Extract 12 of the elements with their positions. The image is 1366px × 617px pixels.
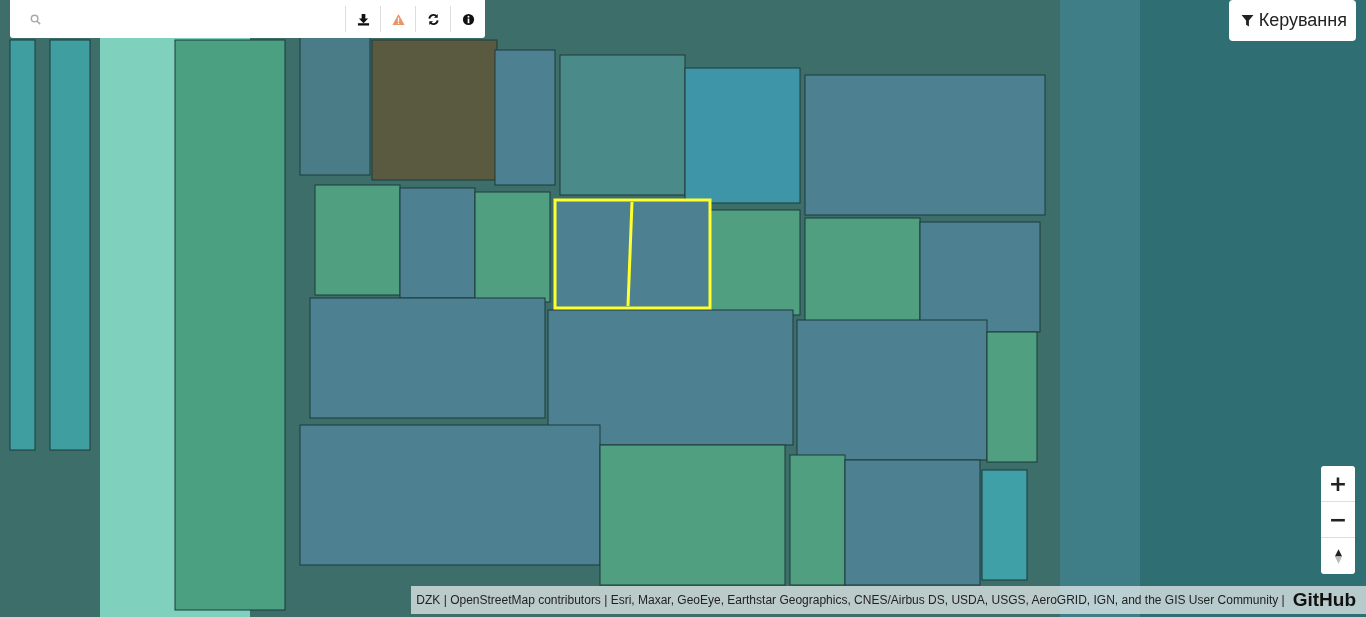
zoom-out-button[interactable]: − [1321,502,1355,538]
search-icon [30,13,41,25]
refresh-icon [426,12,440,26]
zoom-in-button[interactable]: + [1321,466,1355,502]
info-icon [461,12,475,26]
download-icon [356,12,370,26]
compass-icon [1333,547,1343,565]
controls-button[interactable]: Керування [1228,0,1356,41]
github-link[interactable]: GitHub [1292,589,1356,611]
attribution-text: DZK | OpenStreetMap contributors | Esri, Maxar, GeoEye, Earthstar Geographics, CNES/Airbus DS, USDA, USGS, AeroGRID, IGN, and the GIS User Community | [416,593,1285,607]
warning-icon [391,12,405,26]
filter-icon [1240,14,1254,27]
